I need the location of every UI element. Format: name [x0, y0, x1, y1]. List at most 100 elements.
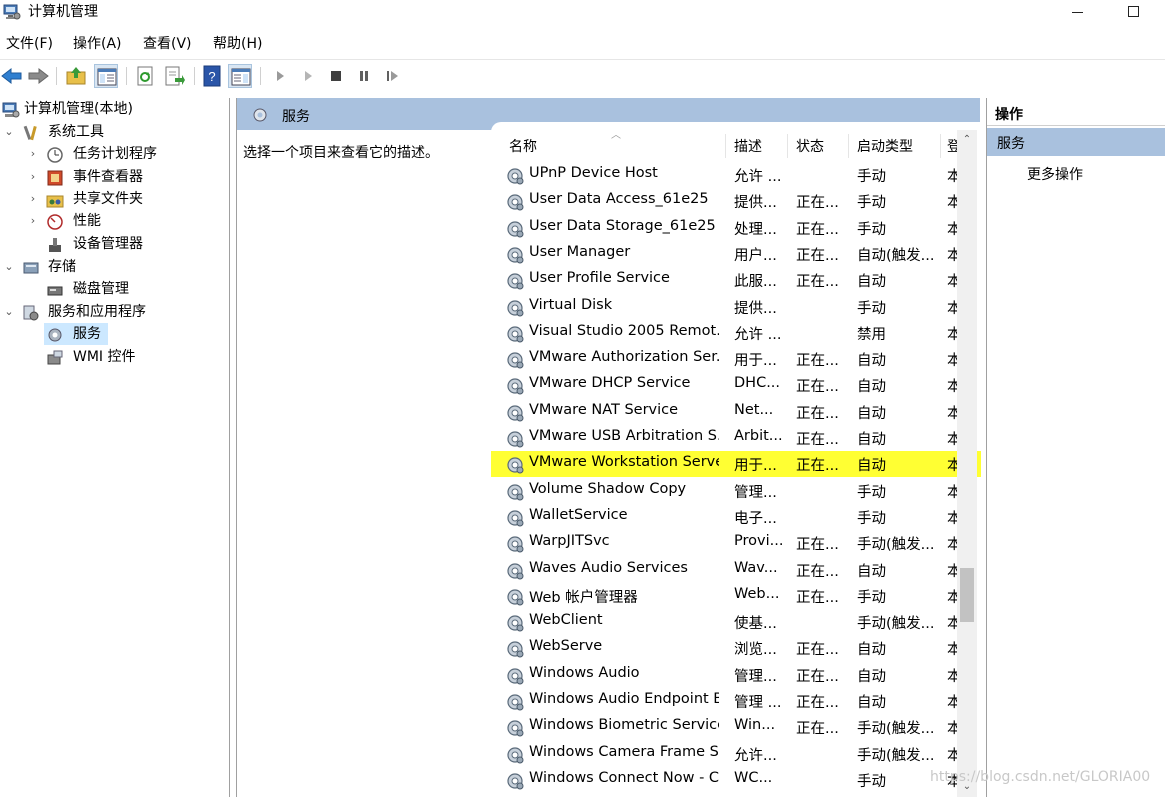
help-button[interactable]: ? — [200, 64, 224, 88]
service-description-cell: 处理... — [734, 221, 777, 238]
service-row[interactable]: WebServe 浏览... 正在... 自动本 — [491, 635, 961, 661]
service-row[interactable]: Windows Audio Endpoint B... 管理 ... 正在... 自动… — [491, 688, 961, 714]
service-row[interactable]: Web 帐户管理器 Web... 正在... 手动本 — [491, 583, 961, 609]
service-gear-icon — [507, 483, 524, 501]
pause-service-button[interactable] — [352, 64, 376, 88]
service-row[interactable]: Virtual Disk 提供... 手动本 — [491, 294, 961, 320]
collapse-chevron-icon[interactable]: ⌄ — [3, 256, 15, 278]
service-row[interactable]: User Data Storage_61e25 处理... 正在... 手动本 — [491, 215, 961, 241]
collapse-chevron-icon[interactable]: ⌄ — [3, 301, 15, 323]
expand-chevron-icon[interactable]: › — [27, 143, 39, 165]
service-gear-icon — [507, 720, 524, 737]
service-row[interactable]: Visual Studio 2005 Remot... 允许 ... 禁用本 — [491, 320, 961, 346]
service-row[interactable]: WebClient 使基... 手动(触发... 本 — [491, 609, 961, 635]
tree-node-device-manager[interactable]: 设备管理器 — [0, 233, 228, 255]
scroll-up-icon[interactable]: ⌃ — [957, 130, 977, 150]
expand-chevron-icon[interactable]: › — [27, 166, 39, 188]
service-row[interactable]: VMware USB Arbitration S... Arbit... 正在...… — [491, 425, 961, 451]
service-row[interactable]: WarpJITSvc Provi... 正在... 手动(触发... 本 — [491, 530, 961, 556]
service-description-cell: Wav... — [734, 559, 778, 576]
service-gear-icon — [507, 668, 524, 685]
service-row[interactable]: VMware Workstation Server 用于... 正在... 自动本 — [491, 451, 981, 478]
service-row[interactable]: UPnP Device Host 允许 ... 手动本 — [491, 162, 961, 188]
tree-node-shared-folders[interactable]: › 共享文件夹 — [0, 188, 228, 210]
column-header-name[interactable]: 名称 — [509, 136, 537, 156]
service-startup-type: 自动 — [857, 695, 886, 711]
service-startup-type: 自动 — [857, 458, 886, 475]
service-description-cell: 用户... — [734, 247, 777, 264]
more-actions-link[interactable]: 更多操作 — [1027, 164, 1083, 184]
svg-text:?: ? — [208, 69, 215, 84]
actions-section-services[interactable]: 服务 — [987, 128, 1165, 156]
services-pane: 服务 选择一个项目来查看它的描述。 ︿ 名称 描述 状态 启动类型 登 UPnP… — [236, 98, 981, 797]
service-row[interactable]: Waves Audio Services Wav... 正在... 自动本 — [491, 557, 961, 583]
refresh-button[interactable] — [134, 64, 158, 88]
forward-arrow-icon — [28, 67, 49, 85]
service-row[interactable]: VMware DHCP Service DHC... 正在... 自动本 — [491, 372, 961, 398]
service-name: VMware Workstation Server — [529, 454, 719, 471]
menu-help[interactable]: 帮助(H) — [213, 35, 262, 53]
tree-node-computer-management[interactable]: 计算机管理(本地) — [0, 98, 228, 120]
expand-chevron-icon[interactable]: › — [27, 188, 39, 210]
menu-action[interactable]: 操作(A) — [73, 35, 122, 53]
service-row[interactable]: Volume Shadow Copy 管理... 手动本 — [491, 478, 961, 504]
start-service-button[interactable] — [268, 64, 292, 88]
service-row[interactable]: User Profile Service 此服... 正在... 自动本 — [491, 267, 961, 293]
tree-node-storage[interactable]: ⌄ 存储 — [0, 256, 228, 278]
expand-chevron-icon[interactable]: › — [27, 210, 39, 232]
export-list-button[interactable] — [162, 64, 186, 88]
service-gear-icon — [507, 247, 524, 264]
service-status: 正在... — [796, 379, 839, 396]
collapse-chevron-icon[interactable]: ⌄ — [3, 121, 15, 143]
tree-node-task-scheduler[interactable]: › 任务计划程序 — [0, 143, 228, 165]
service-description-cell: 此服... — [734, 274, 777, 291]
show-hide-console-tree-button[interactable] — [94, 64, 118, 88]
tree-node-services-and-applications[interactable]: ⌄ 服务和应用程序 — [0, 301, 228, 323]
stop-service-button[interactable] — [324, 64, 348, 88]
start-service-alt-button[interactable] — [296, 64, 320, 88]
title-bar: 计算机管理 — [0, 0, 1165, 28]
service-status: 正在... — [796, 642, 839, 659]
tree-node-disk-management[interactable]: 磁盘管理 — [0, 278, 228, 300]
service-row[interactable]: VMware Authorization Ser... 用于... 正在... 自动本 — [491, 346, 961, 372]
service-row[interactable]: VMware NAT Service Net... 正在... 自动本 — [491, 399, 961, 425]
service-row[interactable]: Windows Audio 管理... 正在... 自动本 — [491, 662, 961, 688]
service-row[interactable]: User Data Access_61e25 提供... 正在... 手动本 — [491, 188, 961, 214]
scrollbar-thumb[interactable] — [960, 568, 974, 622]
service-name: VMware DHCP Service — [529, 375, 691, 392]
back-button[interactable] — [0, 64, 24, 88]
forward-button[interactable] — [26, 64, 50, 88]
restart-service-button[interactable] — [380, 64, 404, 88]
menu-view[interactable]: 查看(V) — [143, 35, 192, 53]
shared-folder-icon — [46, 195, 64, 208]
stop-icon — [331, 71, 341, 81]
column-header-status[interactable]: 状态 — [796, 136, 824, 156]
service-row[interactable]: Windows Camera Frame S... 允许... 手动(触发... 本 — [491, 741, 961, 767]
vertical-scrollbar[interactable]: ⌃ ⌄ — [957, 130, 977, 797]
up-level-button[interactable] — [64, 64, 88, 88]
column-header-startup-type[interactable]: 启动类型 — [857, 136, 913, 156]
tree-node-system-tools[interactable]: ⌄ 系统工具 — [0, 121, 228, 143]
service-row[interactable]: User Manager 用户... 正在... 自动(触发... 本 — [491, 241, 961, 267]
service-description-cell: 提供... — [734, 195, 777, 212]
service-row[interactable]: Windows Connect Now - C... WC... 手动本 — [491, 767, 961, 793]
minimize-button[interactable] — [1054, 0, 1100, 28]
folder-up-icon — [66, 67, 86, 85]
tree-node-wmi-control[interactable]: WMI 控件 — [0, 346, 228, 368]
service-row[interactable]: Windows Biometric Service Win... 正在... 手动(触… — [491, 714, 961, 740]
show-hide-action-pane-button[interactable] — [228, 64, 252, 88]
menu-file[interactable]: 文件(F) — [6, 35, 53, 53]
clock-icon — [47, 147, 63, 163]
computer-management-icon — [2, 102, 20, 118]
service-startup-type: 手动 — [857, 510, 886, 527]
service-row[interactable]: WalletService 电子... 手动本 — [491, 504, 961, 530]
actions-pane: 操作 服务 更多操作 — [986, 98, 1165, 797]
maximize-button[interactable] — [1110, 0, 1156, 28]
tree-node-performance[interactable]: › 性能 — [0, 210, 228, 232]
tree-node-event-viewer[interactable]: › 事件查看器 — [0, 166, 228, 188]
service-startup-type: 自动 — [857, 563, 886, 580]
tree-node-services[interactable]: 服务 — [44, 323, 108, 345]
service-status: 正在... — [796, 221, 839, 238]
service-gear-icon — [507, 431, 524, 448]
column-header-description[interactable]: 描述 — [734, 136, 762, 156]
